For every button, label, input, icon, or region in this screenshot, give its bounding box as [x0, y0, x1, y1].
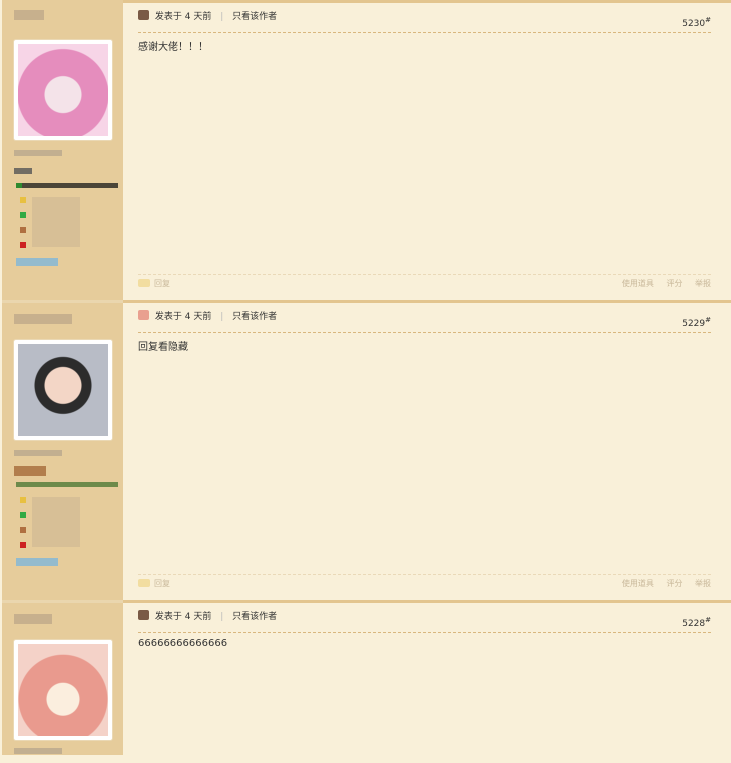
post-top-border — [123, 300, 731, 303]
use-item-button[interactable]: 使用道具 — [622, 579, 654, 588]
floor-number[interactable]: 5230# — [682, 13, 711, 31]
user-group-blurred — [14, 466, 46, 476]
post-top-border — [123, 600, 731, 603]
user-icon — [138, 310, 149, 320]
floor-value: 5230 — [682, 19, 706, 29]
only-author-link[interactable]: 只看该作者 — [232, 612, 277, 622]
floor-mark: # — [705, 316, 711, 324]
floor-number[interactable]: 5228# — [682, 613, 711, 631]
meta-divider: | — [220, 312, 224, 322]
post-time: 发表于 4 天前 — [154, 612, 212, 622]
user-icon — [138, 610, 149, 620]
stat-dot-yellow — [20, 197, 26, 203]
post-top-border — [123, 0, 731, 3]
post-actions: 使用道具 评分 举报 — [612, 575, 711, 593]
stat-dot-red — [20, 542, 26, 548]
level-bar — [16, 482, 118, 487]
post-footer: 回复 使用道具 评分 举报 — [138, 274, 711, 293]
sidebar-separator — [2, 600, 123, 603]
user-sidebar — [2, 0, 123, 300]
level-bar — [16, 183, 118, 188]
post-main: 发表于 4 天前 | 只看该作者 5228# 66666666666666 — [123, 600, 731, 763]
reply-icon — [138, 279, 150, 287]
avatar-image — [18, 344, 108, 436]
user-title-blurred — [14, 150, 62, 156]
user-group-blurred — [14, 168, 32, 174]
avatar[interactable] — [14, 340, 112, 440]
avatar[interactable] — [14, 640, 112, 740]
user-stats-blurred — [32, 197, 80, 247]
avatar-image — [18, 644, 108, 736]
meta-divider: | — [220, 612, 224, 622]
stat-dot-red — [20, 242, 26, 248]
rate-button[interactable]: 评分 — [666, 579, 682, 588]
post-actions: 使用道具 评分 举报 — [612, 275, 711, 293]
post-main: 发表于 4 天前 | 只看该作者 5229# 回复看隐藏 回复 使用道具 评分 … — [123, 300, 731, 600]
stat-dot-brown — [20, 527, 26, 533]
use-item-button[interactable]: 使用道具 — [622, 279, 654, 288]
user-icon — [138, 10, 149, 20]
post-footer: 回复 使用道具 评分 举报 — [138, 574, 711, 593]
post-time: 发表于 4 天前 — [154, 312, 212, 322]
post-meta: 发表于 4 天前 | 只看该作者 5229# — [138, 310, 711, 333]
user-medal-blurred — [16, 558, 58, 566]
post-main: 发表于 4 天前 | 只看该作者 5230# 感谢大佬！！！ 回复 使用道具 评… — [123, 0, 731, 300]
reply-button[interactable]: 回复 — [154, 579, 170, 588]
meta-divider: | — [220, 12, 224, 22]
avatar-image — [18, 44, 108, 136]
post-time: 发表于 4 天前 — [154, 12, 212, 22]
report-button[interactable]: 举报 — [695, 579, 711, 588]
post-content: 感谢大佬！！！ — [138, 42, 208, 53]
report-button[interactable]: 举报 — [695, 279, 711, 288]
user-stats-blurred — [32, 497, 80, 547]
user-medal-blurred — [16, 258, 58, 266]
post-meta: 发表于 4 天前 | 只看该作者 5228# — [138, 610, 711, 633]
floor-value: 5229 — [682, 319, 706, 329]
user-sidebar — [2, 300, 123, 600]
stat-dot-brown — [20, 227, 26, 233]
stat-dot-green — [20, 512, 26, 518]
post-5228: 发表于 4 天前 | 只看该作者 5228# 66666666666666 — [0, 600, 731, 763]
user-title-blurred — [14, 450, 62, 456]
rate-button[interactable]: 评分 — [666, 279, 682, 288]
floor-mark: # — [705, 16, 711, 24]
only-author-link[interactable]: 只看该作者 — [232, 312, 277, 322]
floor-number[interactable]: 5229# — [682, 313, 711, 331]
only-author-link[interactable]: 只看该作者 — [232, 12, 277, 22]
post-5229: 发表于 4 天前 | 只看该作者 5229# 回复看隐藏 回复 使用道具 评分 … — [0, 300, 731, 600]
stat-dot-green — [20, 212, 26, 218]
floor-mark: # — [705, 616, 711, 624]
floor-value: 5228 — [682, 619, 706, 629]
post-content: 66666666666666 — [138, 638, 228, 649]
avatar[interactable] — [14, 40, 112, 140]
reply-icon — [138, 579, 150, 587]
user-sidebar — [2, 600, 123, 755]
username-blurred[interactable] — [14, 314, 72, 324]
username-blurred[interactable] — [14, 614, 52, 624]
user-title-blurred — [14, 748, 62, 754]
stat-dot-yellow — [20, 497, 26, 503]
sidebar-separator — [2, 300, 123, 303]
post-content: 回复看隐藏 — [138, 342, 188, 353]
reply-button[interactable]: 回复 — [154, 279, 170, 288]
post-5230: 发表于 4 天前 | 只看该作者 5230# 感谢大佬！！！ 回复 使用道具 评… — [0, 0, 731, 300]
post-meta: 发表于 4 天前 | 只看该作者 5230# — [138, 10, 711, 33]
username-blurred[interactable] — [14, 10, 44, 20]
